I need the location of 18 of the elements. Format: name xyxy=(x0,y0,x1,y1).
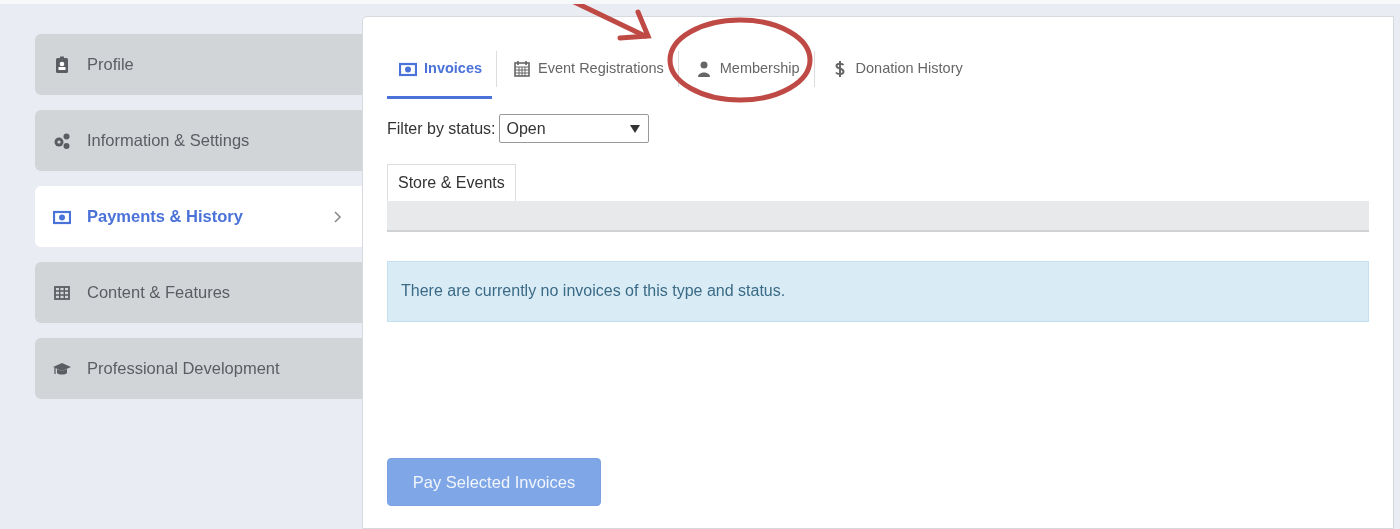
info-alert: There are currently no invoices of this type and status. xyxy=(387,261,1369,322)
status-select[interactable]: Open xyxy=(499,114,650,143)
sidebar-item[interactable]: Information & Settings xyxy=(35,110,362,171)
sidebar-item[interactable]: Payments & History xyxy=(35,186,362,247)
sidebar-item[interactable]: Professional Development xyxy=(35,338,362,399)
badge-icon xyxy=(53,55,71,74)
tab[interactable]: Store & Events xyxy=(387,164,516,201)
sidebar-item[interactable]: Profile xyxy=(35,34,362,95)
sidebar-item[interactable]: Content & Features xyxy=(35,262,362,323)
filter-label: Filter by status: xyxy=(387,118,496,139)
calendar-icon xyxy=(513,59,532,78)
tab[interactable]: Donation History xyxy=(818,47,973,99)
gears-icon xyxy=(53,131,71,150)
grid-icon xyxy=(53,283,71,302)
tab[interactable]: Event Registrations xyxy=(501,47,674,99)
dropdown-caret-icon xyxy=(630,124,641,133)
tab[interactable]: Invoices xyxy=(387,47,493,99)
chevron-icon xyxy=(334,210,342,223)
